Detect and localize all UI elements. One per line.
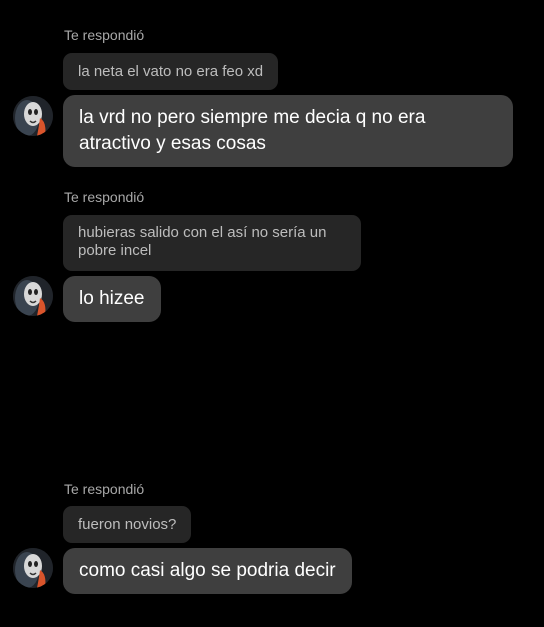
avatar[interactable] — [13, 276, 53, 316]
avatar-icon — [13, 548, 53, 588]
avatar-icon — [13, 276, 53, 316]
avatar[interactable] — [13, 548, 53, 588]
avatar[interactable] — [13, 96, 53, 136]
quoted-message[interactable]: hubieras salido con el así no sería un p… — [63, 215, 361, 271]
quoted-message[interactable]: la neta el vato no era feo xd — [63, 53, 279, 90]
message-bubble[interactable]: como casi algo se podria decir — [63, 548, 352, 594]
avatar-icon — [13, 96, 53, 136]
message-bubble[interactable]: la vrd no pero siempre me decia q no era… — [63, 95, 513, 167]
reply-label: Te respondió — [64, 189, 145, 205]
message-bubble[interactable]: lo hizee — [63, 276, 161, 322]
quoted-message[interactable]: fueron novios? — [63, 506, 192, 543]
reply-label: Te respondió — [64, 481, 145, 497]
reply-label: Te respondió — [64, 27, 145, 43]
